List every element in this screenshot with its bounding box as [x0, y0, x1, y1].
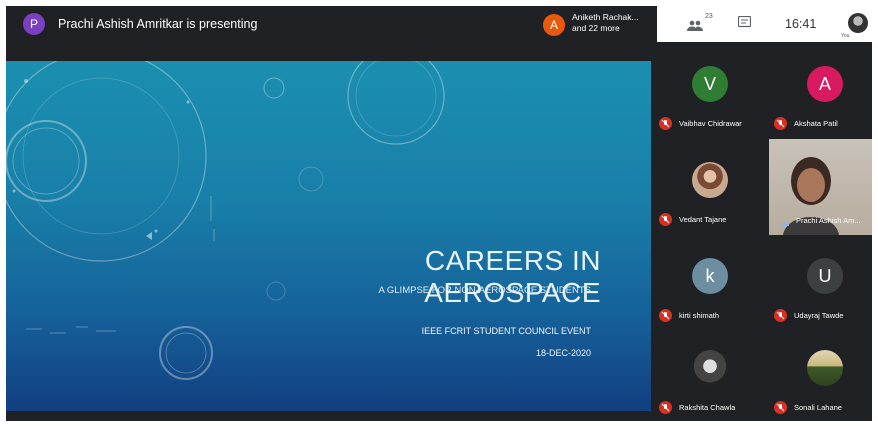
slide-decoration: [6, 61, 445, 380]
participant-tile[interactable]: Rakshita Chawla: [654, 332, 766, 421]
participant-name: Vedant Tajane: [679, 215, 727, 224]
mic-off-icon: [774, 401, 787, 414]
participant-tile[interactable]: U Udayraj Tawde: [769, 240, 872, 330]
presentation-slide: CAREERS IN AEROSPACE A GLIMPSE FOR NON-A…: [6, 61, 651, 411]
others-avatar[interactable]: A: [543, 14, 565, 36]
slide-date: 18-DEC-2020: [535, 348, 591, 358]
mic-off-icon: [659, 213, 672, 226]
participant-tile[interactable]: Vedant Tajane: [654, 144, 766, 234]
participant-name: Vaibhav Chidrawar: [679, 119, 742, 128]
audio-wave-icon: [778, 216, 790, 234]
participant-name: Sonali Lahane: [794, 403, 842, 412]
participant-name: kirti shimath: [679, 311, 720, 320]
participant-avatar: V: [692, 66, 728, 102]
others-name[interactable]: Aniketh Rachak...: [572, 12, 639, 23]
participant-name: Rakshita Chawla: [679, 403, 736, 412]
status-panel: 23 16:41 You: [657, 6, 872, 42]
slide-subtitle: A GLIMPSE FOR NON-AEROSPACE STUDENTS: [378, 285, 591, 296]
participant-name: Prachi Ashish Am...: [796, 216, 861, 225]
participant-photo: [692, 162, 728, 198]
people-icon[interactable]: [687, 18, 703, 36]
self-avatar[interactable]: [848, 13, 868, 33]
mic-off-icon: [659, 309, 672, 322]
presenting-banner: Prachi Ashish Amritkar is presenting: [58, 17, 258, 31]
meeting-window: P Prachi Ashish Amritkar is presenting A…: [6, 6, 872, 421]
chat-icon[interactable]: [737, 15, 752, 34]
presenter-avatar: P: [23, 13, 45, 35]
others-more[interactable]: and 22 more: [572, 23, 620, 34]
participant-video-tile[interactable]: Prachi Ashish Am...: [769, 139, 872, 235]
participant-photo: [807, 350, 843, 386]
top-bar: P Prachi Ashish Amritkar is presenting A…: [6, 6, 872, 42]
participant-name: Akshata Patil: [794, 119, 838, 128]
participant-tile[interactable]: Sonali Lahane: [769, 332, 872, 421]
participant-photo: [692, 350, 728, 386]
participant-name: Udayraj Tawde: [794, 311, 844, 320]
participant-tile[interactable]: A Akshata Patil: [769, 48, 872, 138]
clock: 16:41: [785, 17, 817, 31]
self-label: You: [841, 33, 850, 39]
slide-event: IEEE FCRIT STUDENT COUNCIL EVENT: [421, 326, 591, 336]
participant-tile[interactable]: k kirti shimath: [654, 240, 766, 330]
participant-avatar: A: [807, 66, 843, 102]
mic-off-icon: [659, 401, 672, 414]
participant-avatar: U: [807, 258, 843, 294]
slide-title: CAREERS IN AEROSPACE: [424, 245, 601, 308]
participant-avatar: k: [692, 258, 728, 294]
mic-off-icon: [659, 117, 672, 130]
participant-count: 23: [705, 13, 713, 20]
mic-off-icon: [774, 117, 787, 130]
mic-off-icon: [774, 309, 787, 322]
participant-tile[interactable]: V Vaibhav Chidrawar: [654, 48, 766, 138]
